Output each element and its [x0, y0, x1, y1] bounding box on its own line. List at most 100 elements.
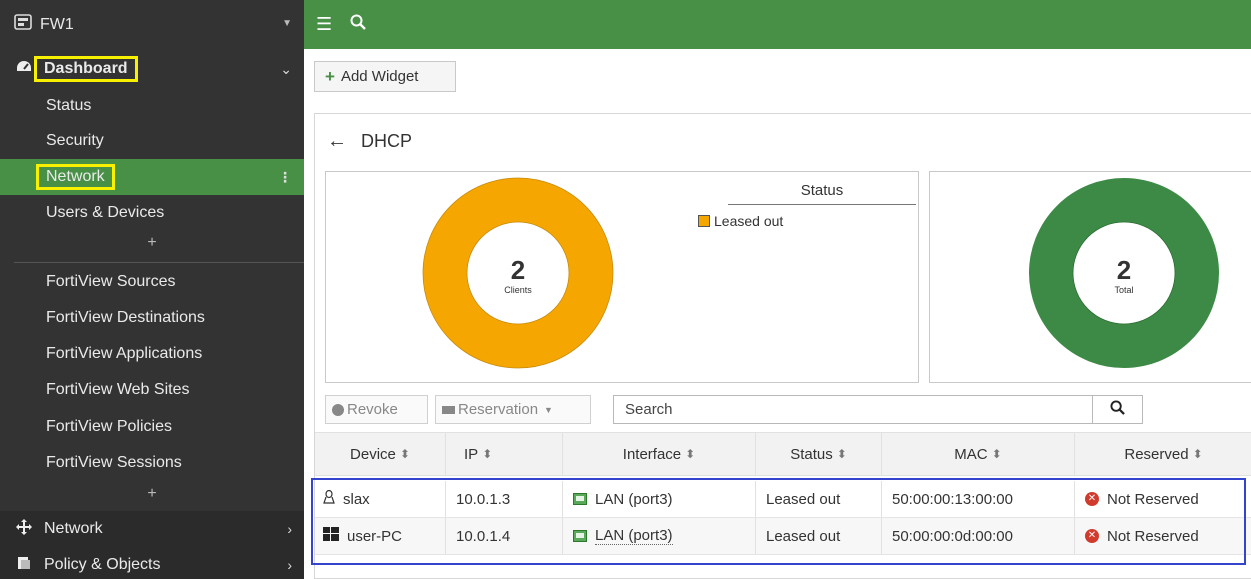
total-card: 2 Total — [929, 171, 1251, 383]
sort-icon: ⬍ — [991, 447, 1002, 461]
search-icon[interactable] — [350, 14, 366, 35]
column-header-label: Status — [790, 445, 833, 463]
revoke-button[interactable]: Revoke — [325, 395, 428, 424]
sort-icon: ⬍ — [836, 447, 847, 461]
port-icon — [573, 493, 587, 505]
device-selector[interactable]: FW1 ▼ — [0, 0, 304, 49]
search-placeholder: Search — [625, 401, 673, 418]
reserved-status: Not Reserved — [1107, 527, 1199, 545]
more-options-icon[interactable]: ⋮ — [278, 169, 292, 186]
sidebar-network[interactable]: Network › — [0, 511, 304, 547]
sidebar-item-label: FortiView Sessions — [46, 454, 182, 471]
sidebar-item-label: FortiView Web Sites — [46, 381, 190, 398]
sidebar-item-fortiview-policies[interactable]: FortiView Policies — [0, 409, 304, 445]
reserved-cell: ✕ Not Reserved — [1075, 481, 1251, 517]
table-row[interactable]: user-PC 10.0.1.4 LAN (port3) Leased out … — [315, 518, 1251, 555]
legend-item-label: Leased out — [714, 213, 784, 229]
column-header-device[interactable]: Device ⬍ — [315, 433, 446, 475]
sort-icon: ⬍ — [1192, 447, 1203, 461]
reservation-icon — [442, 405, 455, 414]
column-header-label: Device — [350, 445, 396, 463]
clients-donut-chart: 2 Clients — [422, 177, 614, 369]
interface-cell[interactable]: LAN (port3) — [563, 518, 756, 554]
sidebar-item-label: FortiView Applications — [46, 345, 203, 362]
widget-title: ← DHCP — [327, 130, 412, 153]
add-fortiview-button[interactable]: + — [0, 485, 304, 503]
widget-title-text: DHCP — [361, 131, 413, 151]
linux-icon — [323, 489, 335, 509]
back-arrow-icon[interactable]: ← — [327, 130, 347, 153]
add-dashboard-button[interactable]: + — [0, 234, 304, 252]
ip-cell: 10.0.1.3 — [446, 481, 563, 517]
mac-cell: 50:00:00:0d:00:00 — [882, 518, 1075, 554]
status-legend: Status Leased out — [698, 182, 916, 229]
network-icon — [14, 518, 34, 541]
sidebar-item-security[interactable]: Security — [0, 123, 304, 159]
revoke-label: Revoke — [347, 401, 398, 418]
sidebar-item-users-devices[interactable]: Users & Devices — [0, 195, 304, 231]
status-cell: Leased out — [756, 481, 882, 517]
sidebar-item-label: FortiView Sources — [46, 273, 176, 290]
column-header-interface[interactable]: Interface ⬍ — [563, 433, 756, 475]
sidebar-policy-objects[interactable]: Policy & Objects › — [0, 547, 304, 579]
sidebar-dashboard[interactable]: Dashboard ⌄ — [0, 51, 304, 87]
sidebar-item-fortiview-sources[interactable]: FortiView Sources — [0, 264, 304, 300]
column-header-mac[interactable]: MAC ⬍ — [882, 433, 1075, 475]
column-header-label: Reserved — [1124, 445, 1189, 463]
device-name: slax — [343, 490, 370, 508]
reserved-status: Not Reserved — [1107, 490, 1199, 508]
clients-count: 2 — [511, 255, 525, 285]
sidebar-dashboard-label: Dashboard — [34, 56, 138, 82]
search-button[interactable] — [1093, 395, 1143, 424]
sidebar-item-label: FortiView Policies — [46, 418, 172, 435]
legend-item-leased-out[interactable]: Leased out — [698, 213, 916, 229]
interface-name: LAN (port3) — [595, 527, 673, 545]
table-row[interactable]: slax 10.0.1.3 LAN (port3) Leased out 50:… — [315, 481, 1251, 518]
firewall-icon — [14, 14, 32, 35]
reserved-cell: ✕ Not Reserved — [1075, 518, 1251, 554]
sidebar-item-label: Status — [46, 97, 92, 114]
sidebar-item-label: Network — [36, 164, 115, 190]
sidebar-item-fortiview-sessions[interactable]: FortiView Sessions — [0, 445, 304, 481]
sort-icon: ⬍ — [399, 447, 410, 461]
column-header-label: IP — [464, 445, 479, 463]
sidebar-item-label: Users & Devices — [46, 204, 165, 221]
reservation-dropdown[interactable]: Reservation ▼ — [435, 395, 591, 424]
search-input[interactable]: Search — [613, 395, 1093, 424]
status-cell: Leased out — [756, 518, 882, 554]
port-icon — [573, 530, 587, 542]
sidebar-item-fortiview-web-sites[interactable]: FortiView Web Sites — [0, 372, 304, 408]
add-widget-button[interactable]: + Add Widget — [314, 61, 456, 92]
caret-down-icon[interactable]: ▼ — [282, 18, 292, 29]
menu-icon[interactable]: ☰ — [316, 14, 332, 35]
sidebar-item-fortiview-destinations[interactable]: FortiView Destinations — [0, 300, 304, 336]
column-header-ip[interactable]: IP ⬍ — [446, 433, 563, 475]
sidebar-item-label: FortiView Destinations — [46, 309, 205, 326]
total-donut-chart: 2 Total — [1029, 178, 1219, 368]
dhcp-table: Device ⬍ IP ⬍ Interface ⬍ Status ⬍ MAC ⬍ Rese… — [315, 432, 1251, 555]
sidebar-item-fortiview-applications[interactable]: FortiView Applications — [0, 336, 304, 372]
clients-label: Clients — [504, 285, 532, 295]
total-count: 2 — [1117, 255, 1131, 285]
sidebar-policy-label: Policy & Objects — [44, 556, 161, 573]
not-reserved-icon: ✕ — [1085, 492, 1099, 506]
device-cell: slax — [315, 481, 446, 517]
mac-cell: 50:00:00:13:00:00 — [882, 481, 1075, 517]
revoke-icon — [332, 403, 344, 416]
column-header-label: Interface — [622, 445, 682, 463]
interface-cell: LAN (port3) — [563, 481, 756, 517]
dhcp-widget: ← DHCP 2 Clients Status Leased out 2 Tot… — [314, 113, 1251, 579]
column-header-status[interactable]: Status ⬍ — [756, 433, 882, 475]
sidebar-item-network-dashboard[interactable]: Network ⋮ — [0, 159, 304, 195]
policy-icon — [14, 555, 34, 576]
dashboard-icon — [14, 59, 34, 80]
sort-icon: ⬍ — [482, 447, 493, 461]
column-header-reserved[interactable]: Reserved ⬍ — [1075, 433, 1251, 475]
clients-card: 2 Clients Status Leased out — [325, 171, 919, 383]
caret-down-icon: ▼ — [544, 404, 553, 415]
sidebar: FW1 ▼ Dashboard ⌄ Status Security Networ… — [0, 0, 304, 579]
reservation-label: Reservation — [458, 401, 539, 418]
sidebar-item-status[interactable]: Status — [0, 88, 304, 124]
device-cell: user-PC — [315, 518, 446, 554]
column-header-label: MAC — [954, 445, 988, 463]
